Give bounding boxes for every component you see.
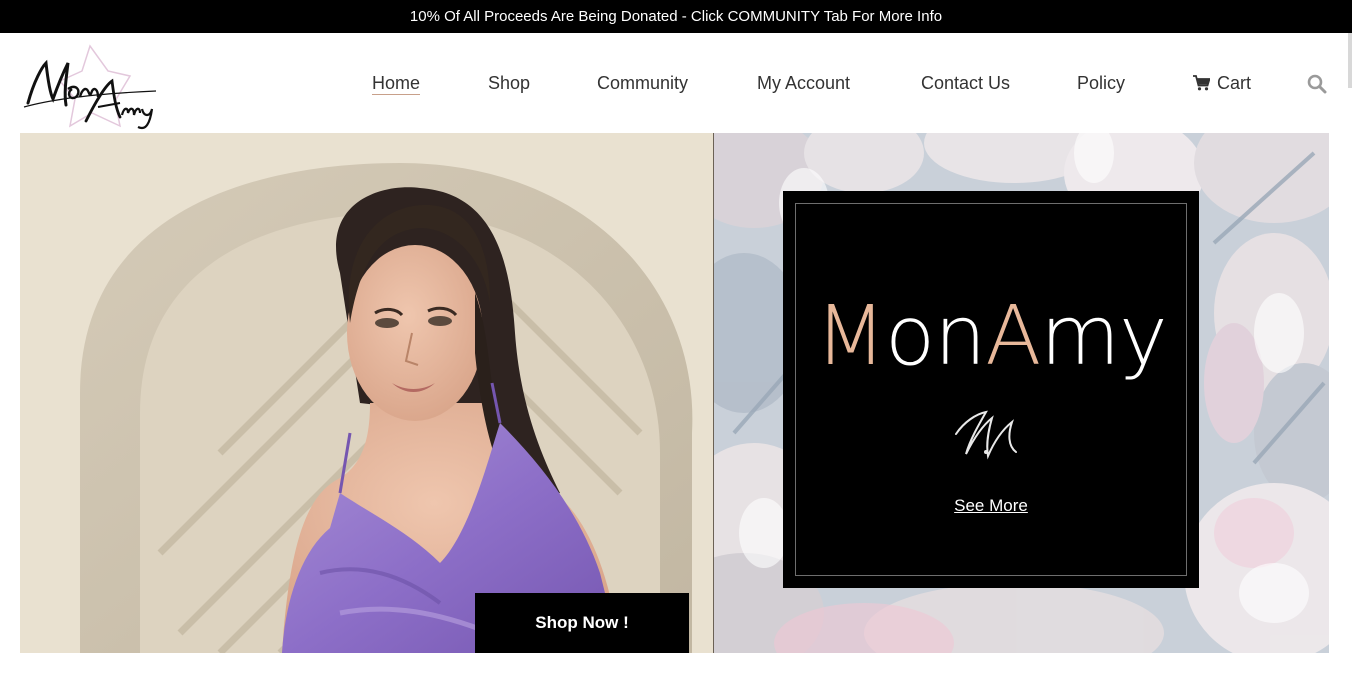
- site-logo[interactable]: [20, 41, 160, 131]
- logo-graphic: [23, 44, 157, 130]
- brand-letter-m: M: [815, 289, 886, 384]
- nav-my-account[interactable]: My Account: [757, 72, 850, 94]
- cart-icon: [1193, 75, 1210, 91]
- nav-home[interactable]: Home: [372, 72, 421, 95]
- see-more-link[interactable]: See More: [796, 496, 1186, 516]
- brand-letters-my: my: [1040, 289, 1167, 384]
- brand-promo-frame: MonAmy See More: [795, 203, 1187, 576]
- model-photo: [20, 133, 713, 653]
- search-icon[interactable]: [1307, 74, 1327, 94]
- brand-wordmark: MonAmy: [796, 292, 1186, 382]
- scrollbar[interactable]: [1348, 33, 1352, 88]
- brand-letters-on: on: [885, 289, 986, 384]
- nav-community[interactable]: Community: [597, 72, 688, 94]
- shop-now-button[interactable]: Shop Now !: [475, 593, 689, 653]
- hero-model-image: [20, 133, 713, 653]
- announcement-bar: 10% Of All Proceeds Are Being Donated - …: [0, 0, 1352, 33]
- announcement-text: 10% Of All Proceeds Are Being Donated - …: [409, 8, 943, 25]
- nav-shop[interactable]: Shop: [488, 72, 530, 94]
- brand-promo-box: MonAmy See More: [783, 191, 1199, 588]
- brand-monogram-icon: [955, 410, 1017, 460]
- site-header: Home Shop Community My Account Contact U…: [0, 33, 1352, 133]
- nav-contact-us[interactable]: Contact Us: [921, 72, 1010, 94]
- nav-policy[interactable]: Policy: [1077, 72, 1125, 94]
- brand-letter-a: A: [985, 289, 1041, 384]
- nav-cart[interactable]: Cart: [1193, 72, 1251, 94]
- nav-cart-label: Cart: [1217, 73, 1252, 93]
